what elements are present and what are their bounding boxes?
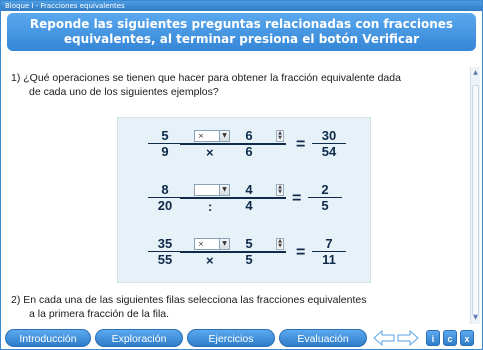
tab-evaluacion[interactable]: Evaluación [279, 329, 367, 347]
scroll-up-icon[interactable]: ▲ [472, 69, 479, 77]
examples-panel: 5 9 × ▼ × 6 6 ▲ ▼ = 30 54 8 20 ▼: 4 4 ▲… [117, 117, 371, 283]
numerator-stepper[interactable]: ▲ ▼ [276, 238, 284, 250]
close-button[interactable]: x [460, 330, 474, 346]
numerator: 7 [325, 236, 333, 251]
numerator: 8 [161, 182, 169, 197]
chevron-down-icon: ▼ [219, 185, 229, 195]
instructions-banner: Reponde las siguientes preguntas relacio… [7, 13, 476, 51]
example-row-3: 35 55 × ▼ × 5 5 ▲ ▼ = 7 11 [118, 236, 372, 276]
operation-select-value: × [198, 132, 204, 140]
fraction-a: 5 9 [148, 128, 182, 159]
operation-select-value: × [198, 240, 204, 248]
instructions-line-2: equivalentes, al terminar presiona el bo… [63, 32, 420, 46]
numerator-stepper[interactable]: ▲ ▼ [276, 130, 284, 142]
bottom-navigation: Introducción Exploración Ejercicios Eval… [1, 327, 482, 349]
content-area: 1) ¿Qué operaciones se tienen que hacer … [7, 53, 468, 325]
numerator: 5 [245, 236, 253, 251]
operator-sign: × [206, 253, 214, 268]
denominator: 6 [232, 143, 266, 159]
operation-select[interactable]: ▼ [194, 184, 230, 196]
denominator: 55 [148, 251, 182, 267]
operation-select[interactable]: × ▼ [194, 130, 230, 142]
question-1-line-2: de cada uno de los siguientes ejemplos? [29, 86, 219, 98]
example-row-2: 8 20 ▼ : 4 4 ▲ ▼ = 2 5 [118, 182, 372, 222]
equals-sign: = [296, 244, 306, 261]
denominator: 9 [148, 143, 182, 159]
fraction-bar [180, 143, 286, 145]
credits-button[interactable]: c [443, 330, 457, 346]
numerator: 35 [157, 236, 173, 251]
arrow-left-icon[interactable] [373, 329, 395, 347]
numerator: 30 [321, 128, 337, 143]
instructions-line-1: Reponde las siguientes preguntas relacio… [29, 17, 454, 31]
fraction-result: 2 5 [308, 182, 342, 213]
app-window: Bloque I - Fracciones equivalentes Repon… [0, 0, 483, 350]
fraction-bar [180, 197, 286, 199]
numerator: 4 [245, 182, 253, 197]
arrow-right-icon[interactable] [397, 329, 419, 347]
question-2: 2) En cada una de las siguientes filas s… [11, 293, 466, 321]
tab-ejercicios[interactable]: Ejercicios [187, 329, 275, 347]
equals-sign: = [292, 190, 302, 207]
denominator: 5 [232, 251, 266, 267]
denominator: 11 [312, 251, 346, 267]
vertical-scrollbar[interactable]: ▲ ▼ [470, 67, 480, 324]
denominator: 54 [312, 143, 346, 159]
operation-select[interactable]: × ▼ [194, 238, 230, 250]
question-1-line-1: 1) ¿Qué operaciones se tienen que hacer … [11, 72, 401, 84]
chevron-down-icon: ▼ [219, 131, 229, 141]
numerator: 6 [245, 128, 253, 143]
fraction-a: 35 55 [148, 236, 182, 267]
operator-sign: × [206, 145, 214, 160]
info-button[interactable]: i [426, 330, 440, 346]
fraction-result: 30 54 [312, 128, 346, 159]
fraction-result: 7 11 [312, 236, 346, 267]
question-1: 1) ¿Qué operaciones se tienen que hacer … [11, 71, 466, 99]
tab-introduccion[interactable]: Introducción [5, 329, 91, 347]
denominator: 4 [232, 197, 266, 213]
scroll-thumb[interactable] [472, 85, 479, 315]
numerator: 2 [321, 182, 329, 197]
window-title: Bloque I - Fracciones equivalentes [1, 1, 482, 11]
fraction-bar [180, 251, 286, 253]
numerator-stepper[interactable]: ▲ ▼ [276, 184, 284, 196]
denominator: 20 [148, 197, 182, 213]
fraction-a: 8 20 [148, 182, 182, 213]
equals-sign: = [296, 136, 306, 153]
numerator: 5 [161, 128, 169, 143]
denominator: 5 [308, 197, 342, 213]
example-row-1: 5 9 × ▼ × 6 6 ▲ ▼ = 30 54 [118, 128, 372, 168]
question-2-line-2: a la primera fracción de la fila. [29, 308, 170, 320]
question-2-line-1: 2) En cada una de las siguientes filas s… [11, 294, 367, 306]
chevron-down-icon: ▼ [219, 239, 229, 249]
scroll-down-icon[interactable]: ▼ [472, 314, 479, 322]
operator-sign: : [208, 199, 213, 214]
tab-exploracion[interactable]: Exploración [95, 329, 183, 347]
